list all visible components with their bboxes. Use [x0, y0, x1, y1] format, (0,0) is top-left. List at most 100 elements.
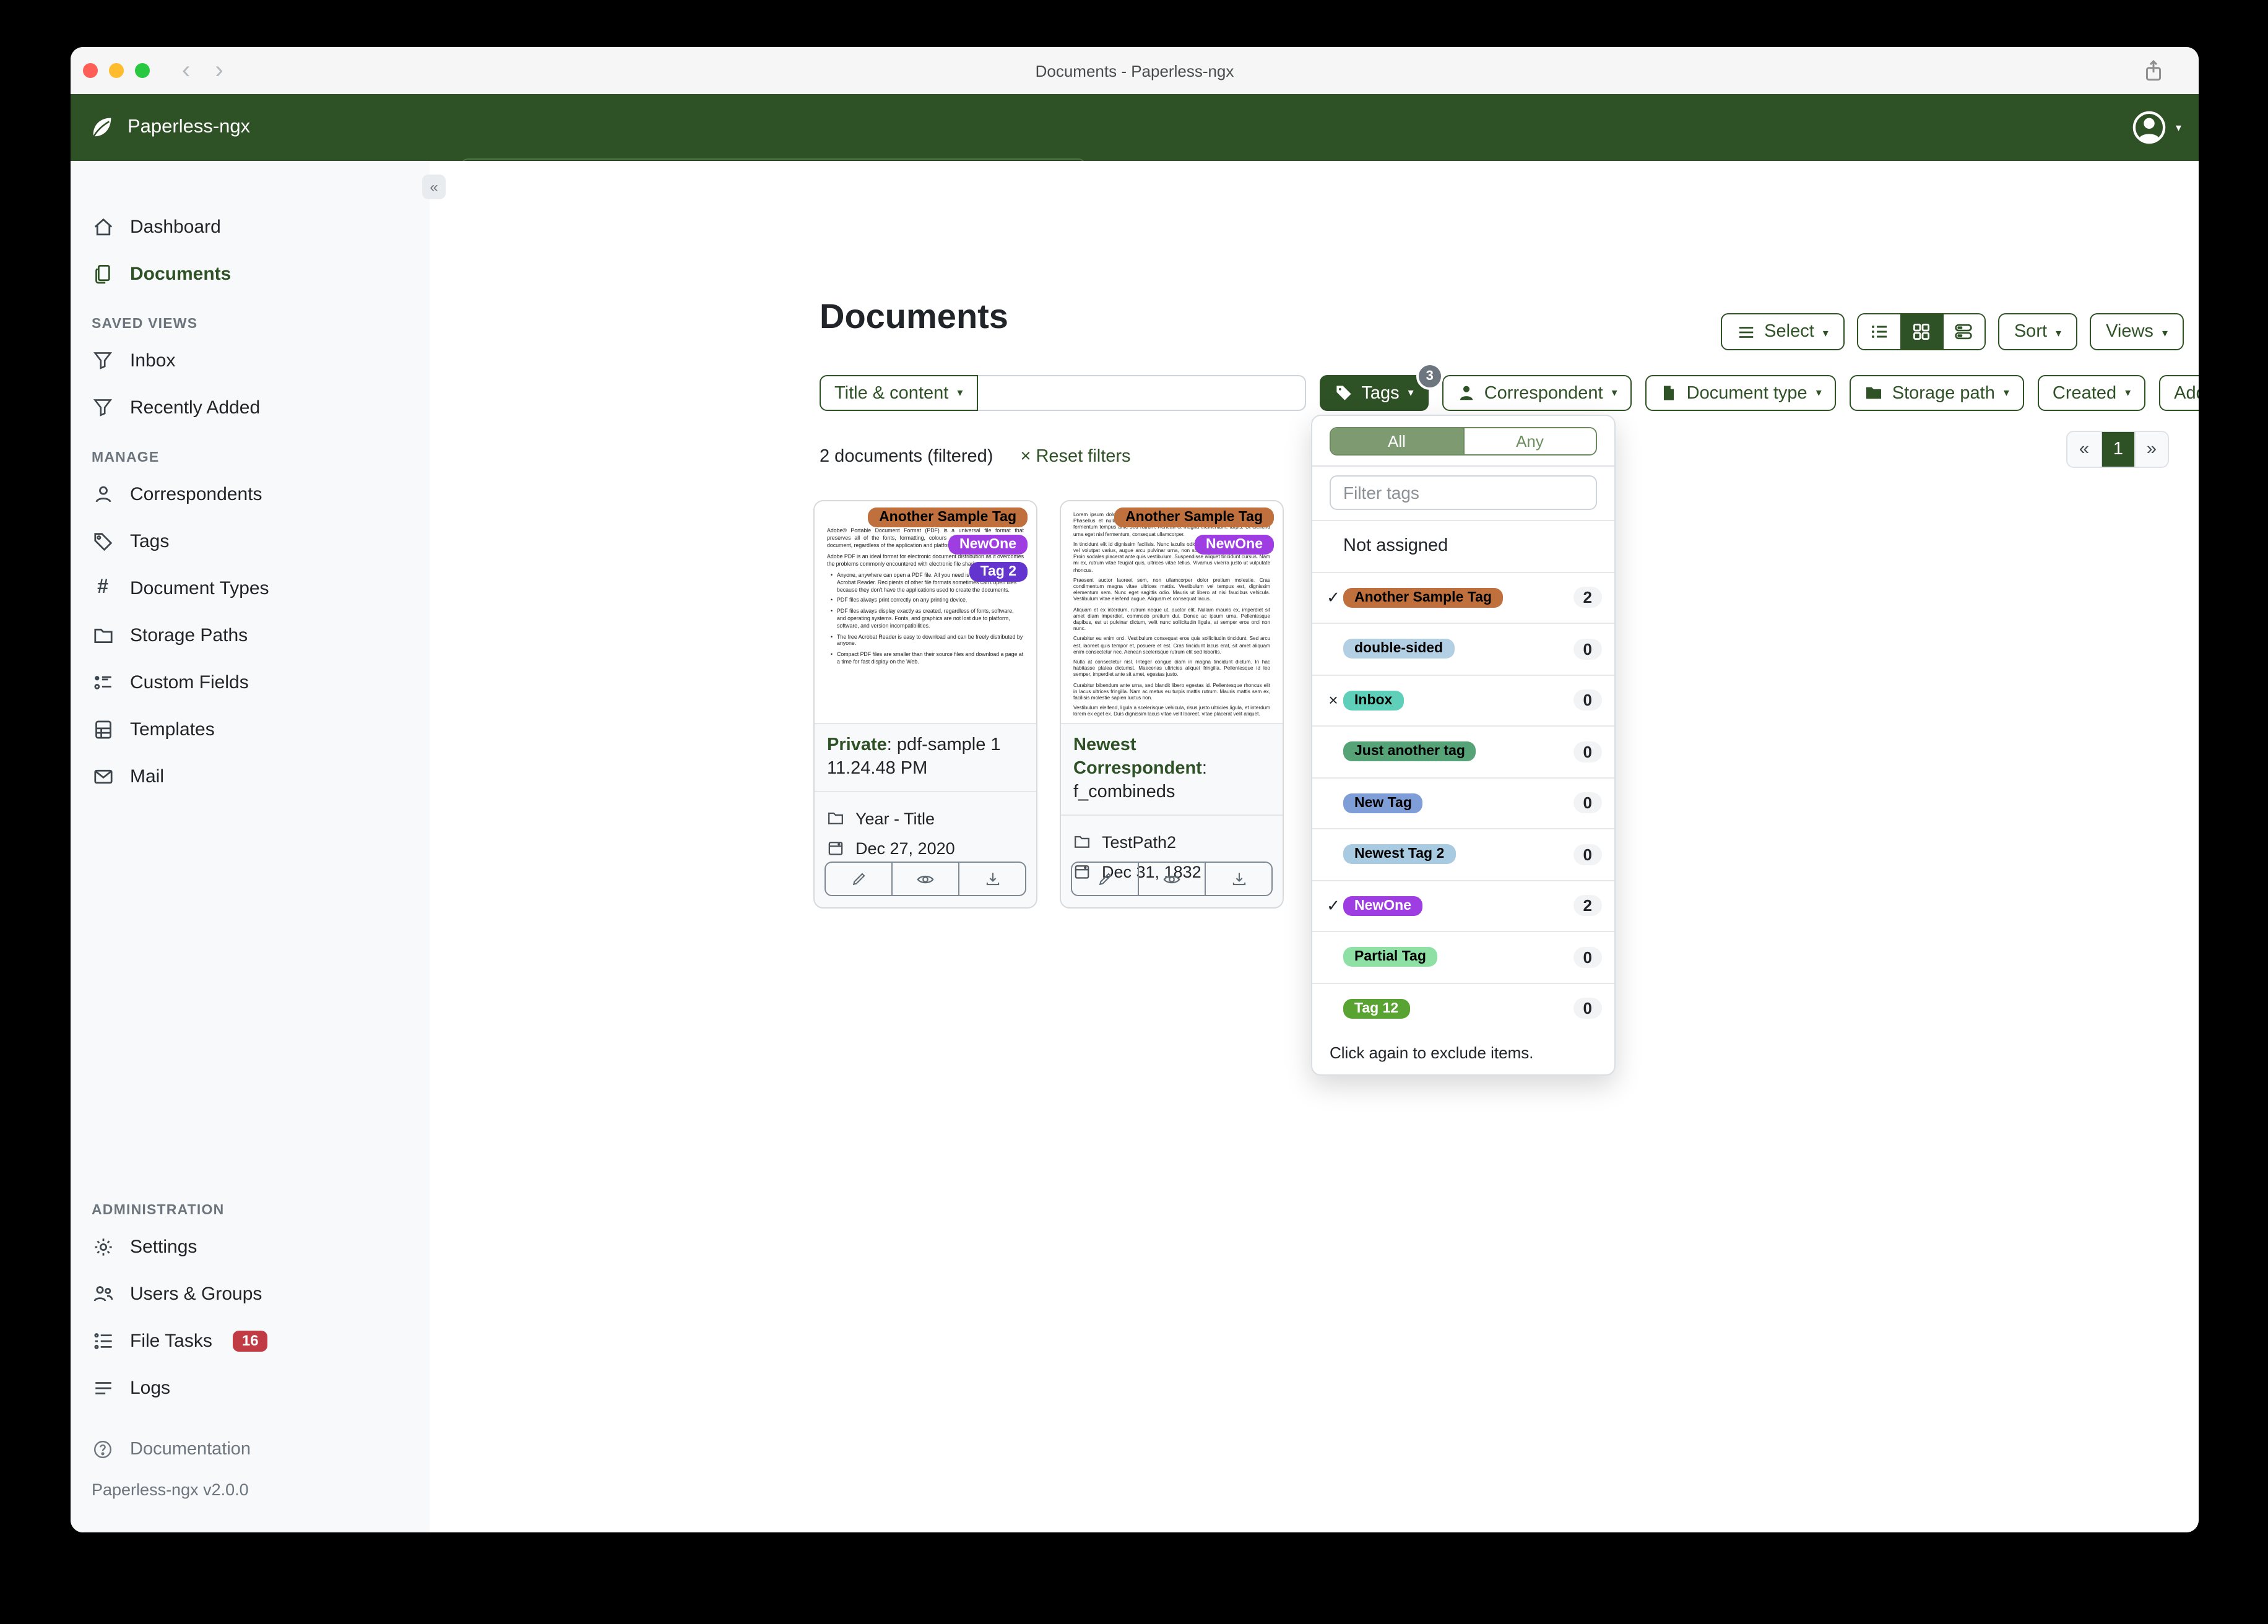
share-icon[interactable] [2143, 59, 2164, 83]
sidebar-item-users-groups[interactable]: Users & Groups [71, 1270, 430, 1317]
template-icon [92, 719, 114, 740]
view-detail-button[interactable] [1942, 314, 1984, 349]
filter-row: Title & content ▾ Tags ▾ 3 Correspondent… [820, 363, 2199, 411]
window-title: Documents - Paperless-ngx [1035, 61, 1234, 80]
result-count-row: 2 documents (filtered) × Reset filters [820, 447, 1131, 467]
tag-row[interactable]: ✓ Another Sample Tag 2 [1312, 571, 1614, 623]
included-check-icon: ✓ [1327, 587, 1340, 607]
file-tasks-badge: 16 [233, 1330, 267, 1351]
card-actions [1071, 862, 1273, 896]
tag-row-not-assigned[interactable]: Not assigned [1312, 520, 1614, 571]
sidebar-item-correspondents[interactable]: Correspondents [71, 470, 430, 517]
select-list-icon [1739, 326, 1754, 337]
chevron-down-icon: ▾ [2056, 326, 2062, 339]
tag-row[interactable]: Tag 12 0 [1312, 982, 1614, 1034]
calendar-icon [828, 842, 843, 855]
sidebar-item-dashboard[interactable]: Dashboard [71, 203, 430, 250]
user-menu[interactable]: ▾ [2132, 110, 2181, 145]
document-thumbnail: Adobe Acrobat PDF Files Adobe® Portable … [815, 501, 1036, 724]
document-card[interactable]: Adobe Acrobat PDF Files Adobe® Portable … [813, 500, 1037, 909]
tags-logic-toggle: All Any [1330, 427, 1597, 456]
sidebar-item-templates[interactable]: Templates [71, 706, 430, 753]
preview-button[interactable] [891, 863, 958, 895]
sidebar-item-inbox[interactable]: Inbox [71, 337, 430, 384]
tags-logic-any[interactable]: Any [1463, 428, 1596, 454]
sidebar: Dashboard Documents SAVED VIEWS Inbox Re… [71, 161, 430, 1532]
tag-count: 2 [1573, 587, 1602, 608]
documents-toolbar: Select ▾ Sort ▾ Views ▾ [1721, 313, 2184, 350]
tag-pill[interactable]: Another Sample Tag [1114, 508, 1274, 527]
card-tag-badges: Another Sample Tag NewOne Tag 2 [868, 508, 1028, 582]
tag-row[interactable]: Partial Tag 0 [1312, 931, 1614, 982]
document-card[interactable]: Lorem ipsum dolor sit amet, consectetur … [1060, 500, 1284, 909]
view-grid-button[interactable] [1900, 314, 1942, 349]
tags-dropdown-hint: Click again to exclude items. [1330, 1043, 1534, 1062]
tag-row[interactable]: Just another tag 0 [1312, 725, 1614, 777]
reset-filters-link[interactable]: × Reset filters [1020, 447, 1130, 467]
tag-pill[interactable]: NewOne [1194, 535, 1274, 555]
filter-tags-input[interactable] [1330, 475, 1597, 510]
correspondent-filter-button[interactable]: Correspondent ▾ [1442, 375, 1632, 411]
page-title: Documents [820, 297, 1008, 335]
views-button[interactable]: Views ▾ [2090, 313, 2184, 350]
download-button[interactable] [1205, 863, 1271, 895]
sidebar-item-documentation[interactable]: Documentation [71, 1426, 430, 1473]
paperless-leaf-logo [92, 118, 111, 138]
sidebar-item-file-tasks[interactable]: File Tasks 16 [71, 1317, 430, 1364]
tag-count: 0 [1573, 741, 1602, 762]
file-icon [1664, 386, 1674, 400]
sidebar-item-logs[interactable]: Logs [71, 1364, 430, 1411]
sidebar-item-custom-fields[interactable]: Custom Fields [71, 659, 430, 706]
sidebar-item-documents[interactable]: Documents [71, 250, 430, 297]
tag-pill[interactable]: NewOne [948, 535, 1028, 555]
tag-row[interactable]: double-sided 0 [1312, 623, 1614, 674]
sidebar-item-mail[interactable]: Mail [71, 753, 430, 800]
gear-icon [92, 1236, 114, 1257]
download-button[interactable] [958, 863, 1025, 895]
select-button[interactable]: Select ▾ [1721, 313, 1845, 350]
document-title[interactable]: Private: pdf-sample 1 11.24.48 PM [815, 724, 1036, 791]
pagination-page-1[interactable]: 1 [2101, 432, 2134, 467]
added-filter-button[interactable]: Added ▾ [2159, 375, 2199, 411]
title-content-dropdown[interactable]: Title & content ▾ [820, 375, 978, 411]
document-title[interactable]: Newest Correspondent: f_combineds [1061, 724, 1283, 814]
app-brand[interactable]: Paperless-ngx [88, 94, 250, 161]
tags-filter-button[interactable]: Tags ▾ [1319, 375, 1429, 411]
title-content-input[interactable] [977, 375, 1306, 411]
edit-button[interactable] [1072, 863, 1138, 895]
sidebar-item-document-types[interactable]: # Document Types [71, 564, 430, 611]
pagination-next[interactable]: » [2134, 432, 2168, 467]
app-name: Paperless-ngx [128, 116, 251, 137]
tag-count: 0 [1573, 638, 1602, 660]
tag-row[interactable]: × Inbox 0 [1312, 674, 1614, 725]
tag-pill[interactable]: Another Sample Tag [868, 508, 1028, 527]
tag-row[interactable]: ✓ NewOne 2 [1312, 879, 1614, 931]
sidebar-item-recently-added[interactable]: Recently Added [71, 384, 430, 431]
section-administration: ADMINISTRATION [92, 1203, 225, 1218]
sidebar-item-tags[interactable]: Tags [71, 517, 430, 564]
edit-button[interactable] [826, 863, 891, 895]
created-filter-button[interactable]: Created ▾ [2037, 375, 2146, 411]
document-meta: Year - Title Dec 27, 2020 [815, 791, 1036, 863]
tag-pill[interactable]: Tag 2 [969, 562, 1028, 582]
app-version: Paperless-ngx v2.0.0 [92, 1480, 249, 1499]
task-list-icon [92, 1330, 114, 1351]
document-type-filter-button[interactable]: Document type ▾ [1645, 375, 1837, 411]
pagination-prev[interactable]: « [2067, 432, 2101, 467]
sidebar-item-settings[interactable]: Settings [71, 1223, 430, 1270]
tag-row[interactable]: Newest Tag 2 0 [1312, 828, 1614, 879]
card-actions [825, 862, 1026, 896]
preview-button[interactable] [1138, 863, 1205, 895]
tags-logic-all[interactable]: All [1331, 428, 1463, 454]
documents-icon [92, 263, 114, 284]
view-list-button[interactable] [1858, 314, 1900, 349]
tag-icon [1336, 386, 1351, 400]
tag-count: 0 [1573, 844, 1602, 865]
storage-path-filter-button[interactable]: Storage path ▾ [1850, 375, 2024, 411]
sidebar-item-storage-paths[interactable]: Storage Paths [71, 611, 430, 659]
tag-row[interactable]: New Tag 0 [1312, 777, 1614, 828]
sort-button[interactable]: Sort ▾ [1997, 313, 2078, 350]
tag-pill: double-sided [1343, 639, 1455, 659]
person-icon [1460, 386, 1473, 400]
sidebar-collapse-button[interactable]: « [422, 175, 446, 199]
